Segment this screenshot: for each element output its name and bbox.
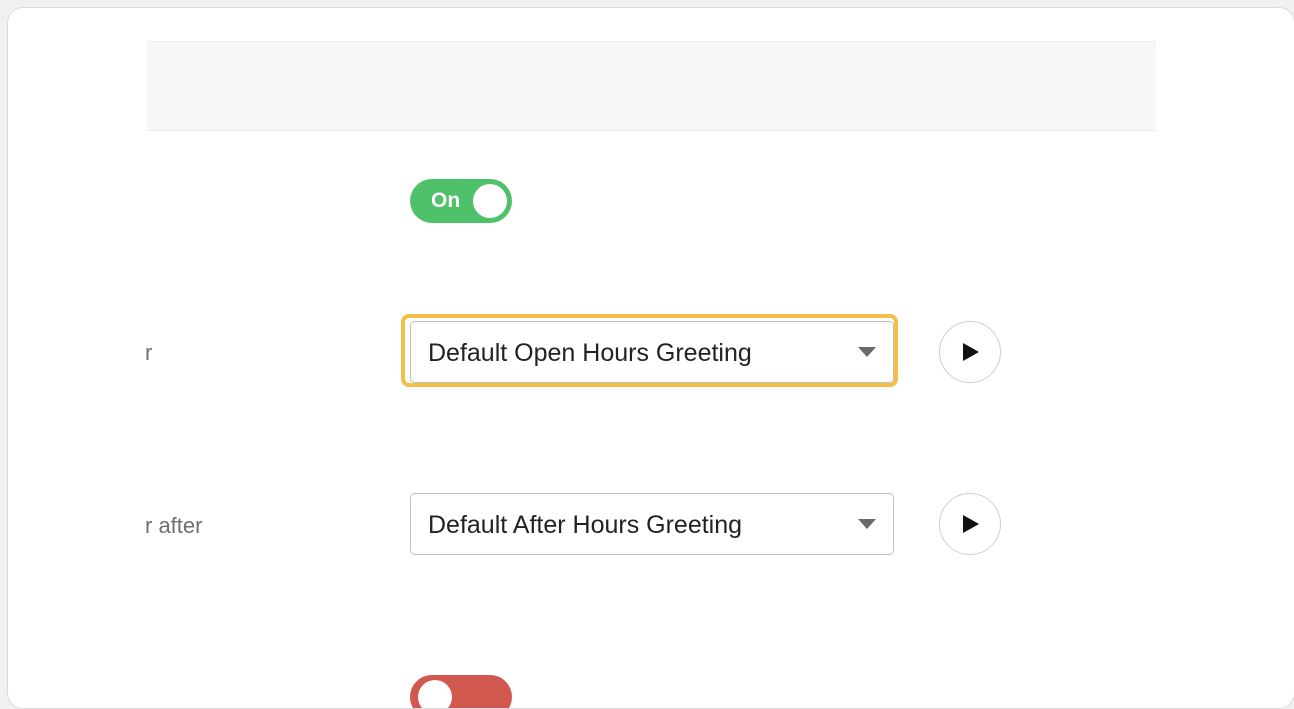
open-hours-greeting-value: Default Open Hours Greeting [428, 339, 752, 367]
toggle-label: On [431, 189, 461, 212]
play-icon [963, 343, 979, 361]
secondary-toggle[interactable] [410, 675, 512, 708]
open-hours-greeting-select[interactable]: Default Open Hours Greeting [410, 321, 894, 383]
play-open-hours-button[interactable] [939, 321, 1001, 383]
caret-down-icon [858, 347, 876, 357]
after-hours-greeting-value: Default After Hours Greeting [428, 511, 743, 539]
caret-down-icon [858, 519, 876, 529]
header-bar [147, 41, 1156, 131]
play-after-hours-button[interactable] [939, 493, 1001, 555]
toggle-knob [418, 680, 452, 708]
open-hours-label: r [145, 340, 153, 365]
toggle-knob [473, 184, 507, 218]
after-hours-greeting-select[interactable]: Default After Hours Greeting [410, 493, 894, 555]
play-icon [963, 515, 979, 533]
greeting-enabled-toggle[interactable]: On [410, 179, 512, 223]
app-window: On r Default Open Hours Greeting r after… [7, 7, 1294, 709]
after-hours-label: r after [145, 513, 203, 538]
